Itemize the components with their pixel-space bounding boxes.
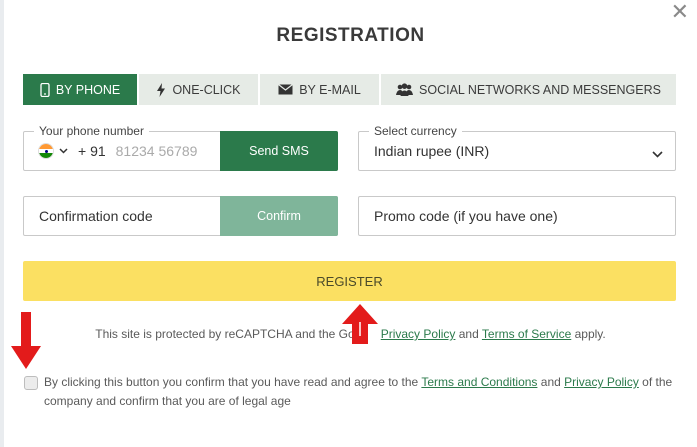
tab-one-click[interactable]: ONE-CLICK [139, 74, 260, 105]
registration-modal: ✕ REGISTRATION BY PHONE ONE-CLICK BY E-M… [4, 0, 697, 447]
currency-select[interactable]: Select currency Indian rupee (INR) [358, 124, 676, 171]
register-button[interactable]: REGISTER [23, 261, 676, 301]
envelope-icon [278, 84, 294, 95]
phone-icon [40, 82, 50, 97]
tab-social-networks[interactable]: SOCIAL NETWORKS AND MESSENGERS [381, 74, 676, 105]
agree-checkbox[interactable] [24, 376, 38, 390]
country-code: + 91 [78, 143, 106, 159]
tab-label: BY PHONE [55, 82, 121, 97]
currency-value: Indian rupee (INR) [374, 143, 490, 159]
tab-label: ONE-CLICK [172, 82, 241, 97]
promo-code-field[interactable]: Promo code (if you have one) [358, 196, 676, 236]
registration-tabs: BY PHONE ONE-CLICK BY E-MAIL SOCIAL NETW… [23, 74, 676, 105]
recaptcha-apply: apply. [574, 327, 606, 341]
privacy-policy-link[interactable]: Privacy Policy [381, 327, 456, 341]
agreement-text: By clicking this button you confirm that… [44, 375, 419, 389]
agreement-block: By clicking this button you confirm that… [24, 373, 684, 411]
agreement-privacy-policy-link[interactable]: Privacy Policy [564, 375, 639, 389]
terms-of-service-link[interactable]: Terms of Service [482, 327, 571, 341]
confirmation-code-field[interactable]: Confirmation code Confirm [23, 196, 338, 236]
chevron-down-icon[interactable] [59, 145, 68, 157]
lightning-icon [156, 82, 166, 97]
india-flag-icon[interactable] [38, 143, 54, 159]
tab-by-email[interactable]: BY E-MAIL [260, 74, 381, 105]
chevron-down-icon [652, 145, 663, 163]
send-sms-button[interactable]: Send SMS [220, 131, 338, 171]
agreement-and: and [540, 375, 561, 389]
phone-input[interactable]: 81234 56789 [116, 143, 198, 159]
register-label: REGISTER [316, 273, 383, 289]
up-arrow-annotation-icon [342, 304, 378, 344]
terms-and-conditions-link[interactable]: Terms and Conditions [421, 375, 537, 389]
confirmation-code-input[interactable]: Confirmation code [39, 197, 153, 235]
promo-code-input[interactable]: Promo code (if you have one) [374, 197, 558, 235]
recaptcha-and: and [458, 327, 479, 341]
phone-field: Your phone number + 91 81234 56789 Send … [23, 124, 338, 171]
confirm-label: Confirm [257, 209, 301, 223]
tab-by-phone[interactable]: BY PHONE [23, 74, 139, 105]
confirm-button[interactable]: Confirm [220, 196, 338, 236]
send-sms-label: Send SMS [249, 144, 309, 158]
down-arrow-annotation-icon [11, 312, 41, 369]
modal-title: REGISTRATION [276, 25, 425, 46]
people-icon [396, 83, 414, 96]
tab-label: BY E-MAIL [299, 82, 361, 97]
recaptcha-text: This site is protected by reCAPTCHA and … [95, 327, 362, 341]
tab-label: SOCIAL NETWORKS AND MESSENGERS [419, 82, 661, 97]
close-icon[interactable]: ✕ [671, 2, 689, 24]
